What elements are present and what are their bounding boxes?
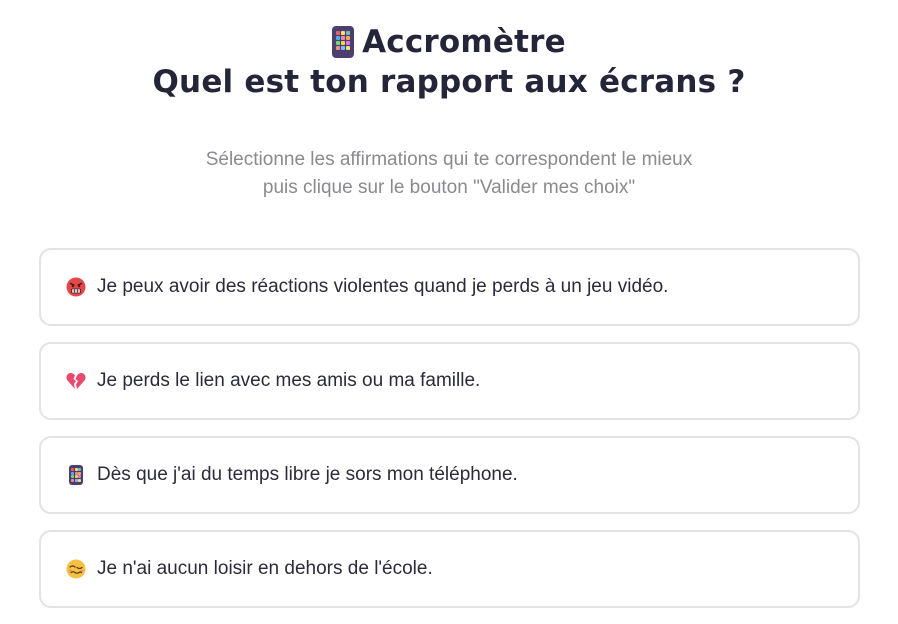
woozy-face-icon — [65, 558, 87, 580]
options-list: Je peux avoir des réactions violentes qu… — [39, 248, 860, 624]
mobile-phone-icon — [65, 464, 87, 486]
page-question: Quel est ton rapport aux écrans ? — [152, 64, 746, 100]
option-label: Je perds le lien avec mes amis ou ma fam… — [97, 370, 481, 391]
option-label: Je peux avoir des réactions violentes qu… — [97, 276, 669, 297]
option-label: Je n'ai aucun loisir en dehors de l'écol… — [97, 558, 433, 579]
app-title: Accromètre — [0, 22, 898, 62]
option-card[interactable]: Je perds le lien avec mes amis ou ma fam… — [39, 342, 860, 420]
mobile-phone-icon — [332, 26, 355, 58]
page-header: Accromètre Quel est ton rapport aux écra… — [0, 22, 898, 102]
angry-face-icon — [65, 276, 87, 298]
app-name: Accromètre — [362, 24, 566, 60]
option-card[interactable]: Dès que j'ai du temps libre je sors mon … — [39, 436, 860, 514]
instructions-line-2: puis clique sur le bouton "Valider mes c… — [262, 177, 636, 198]
broken-heart-icon — [65, 370, 87, 392]
instructions-line-1: Sélectionne les affirmations qui te corr… — [205, 149, 693, 170]
option-card[interactable]: Je n'ai aucun loisir en dehors de l'écol… — [39, 530, 860, 608]
option-label: Dès que j'ai du temps libre je sors mon … — [97, 464, 518, 485]
option-card[interactable]: Je peux avoir des réactions violentes qu… — [39, 248, 860, 326]
instructions: Sélectionne les affirmations qui te corr… — [0, 146, 898, 202]
